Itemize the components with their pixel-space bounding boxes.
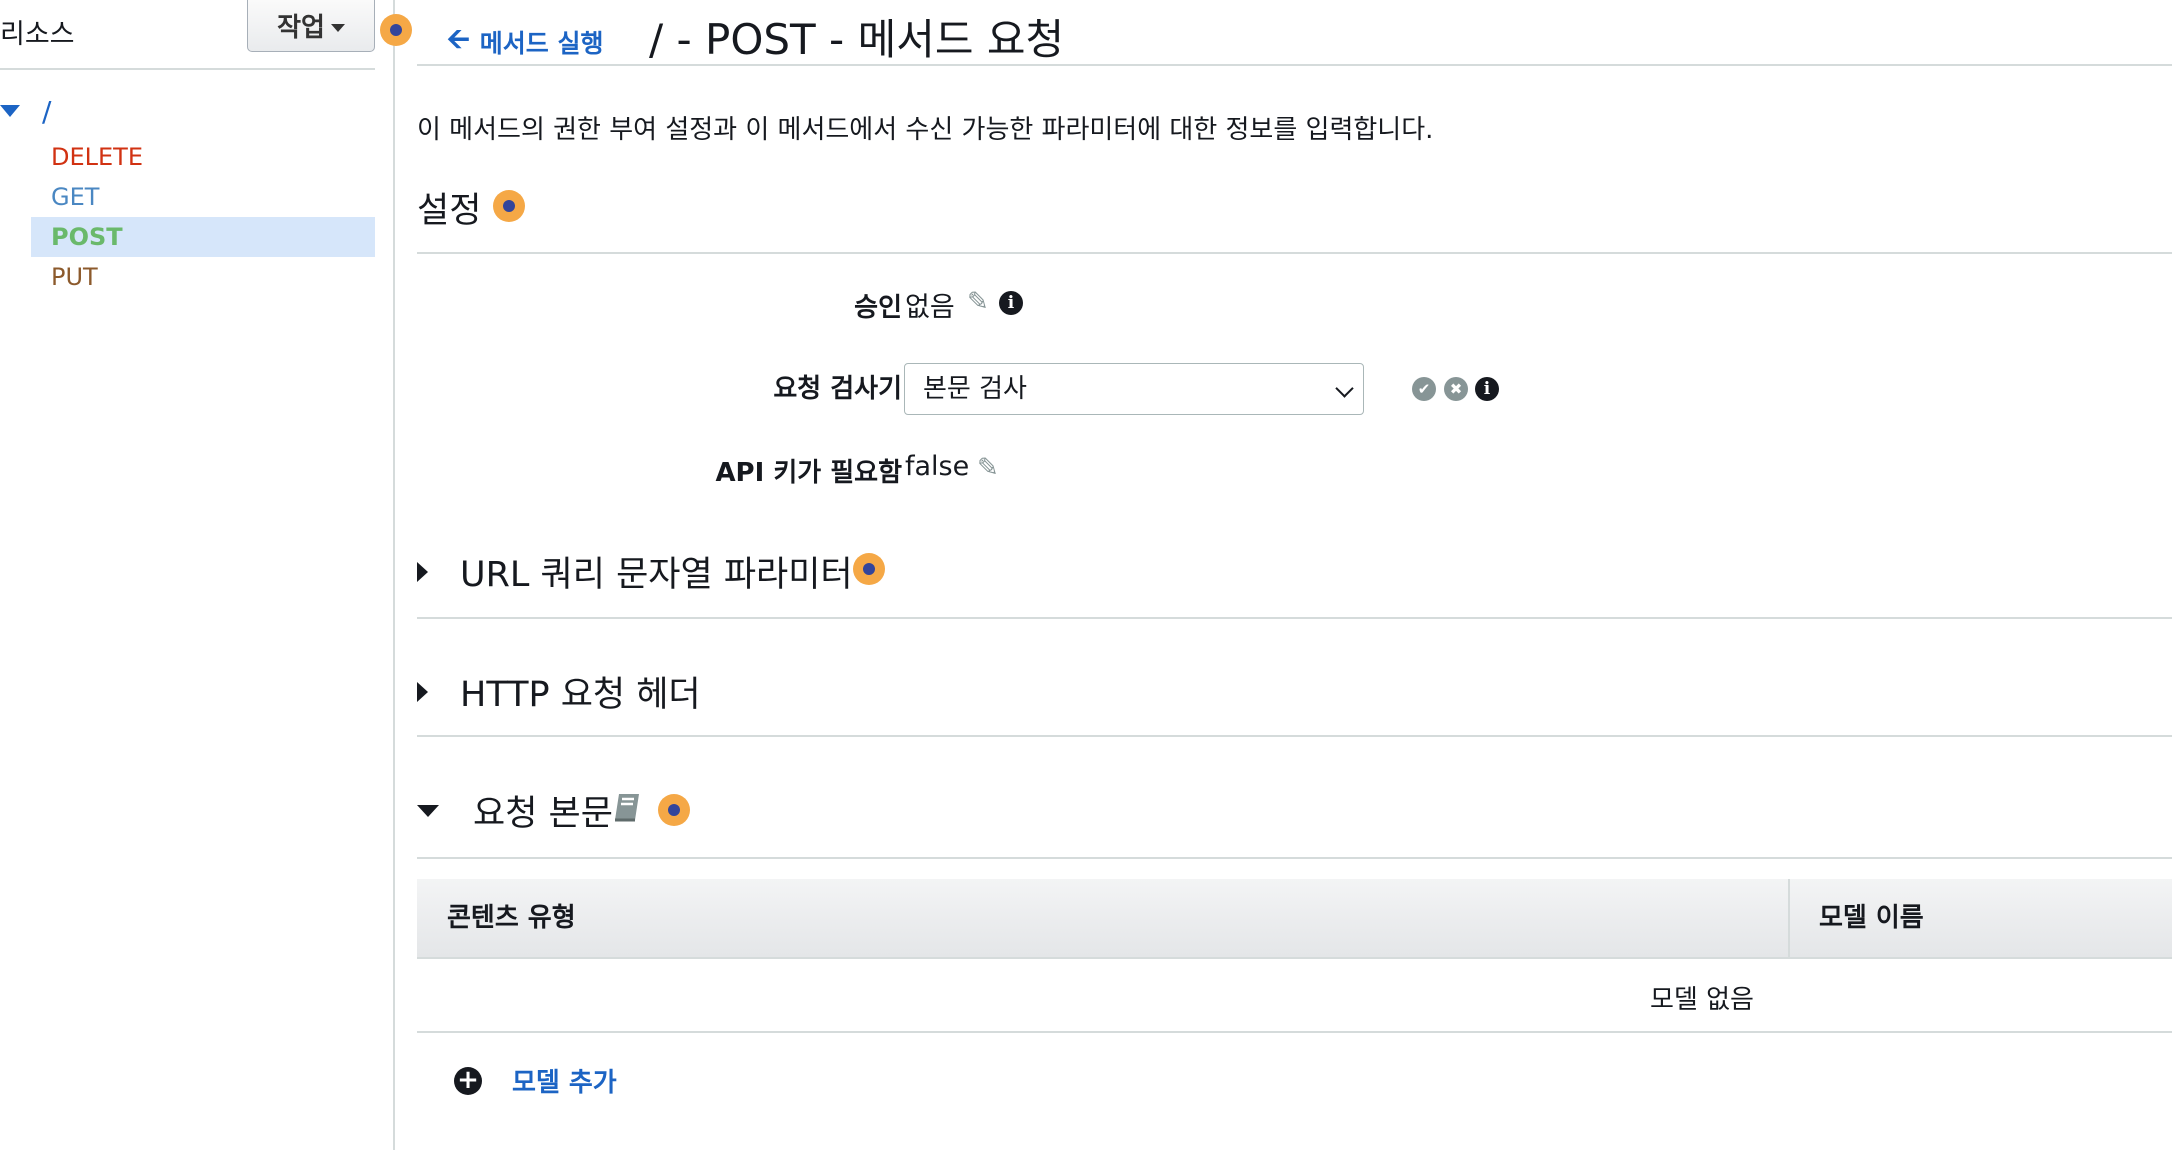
column-separator <box>1788 879 1790 957</box>
table-row: 모델 없음 <box>417 959 2172 1033</box>
arrow-left-icon: 🡨 <box>447 22 470 55</box>
authorization-label: 승인 <box>854 293 902 323</box>
expand-triangle-icon <box>417 681 428 702</box>
request-validator-label: 요청 검사기 <box>773 374 902 404</box>
expand-triangle-icon <box>417 561 428 582</box>
back-to-method-execution-link[interactable]: 🡨 메서드 실행 <box>447 18 603 66</box>
edit-pencil-icon[interactable]: ✎ <box>977 453 999 483</box>
api-key-required-label: API 키가 필요함 <box>715 458 902 488</box>
request-body-toggle[interactable]: 요청 본문 <box>417 785 613 836</box>
request-validator-value: 본문 검사 <box>923 374 1027 404</box>
method-request-panel: 🡨 메서드 실행 / - POST - 메서드 요청 이 메서드의 권한 부여 … <box>417 0 2172 1150</box>
method-item-delete[interactable]: DELETE <box>31 137 375 177</box>
caret-down-icon <box>330 23 345 32</box>
divider <box>417 617 2172 619</box>
resource-tree-root[interactable]: / <box>0 94 52 128</box>
plus-circle-icon: + <box>454 1066 482 1095</box>
actions-button-label: 작업 <box>277 13 325 43</box>
model-name-column-header[interactable]: 모델 이름 <box>1819 879 1924 957</box>
divider <box>417 857 2172 859</box>
method-item-post[interactable]: POST <box>31 217 375 257</box>
content-type-column-header[interactable]: 콘텐츠 유형 <box>447 879 576 957</box>
method-item-put[interactable]: PUT <box>31 257 375 297</box>
actions-button[interactable]: 작업 <box>247 0 375 52</box>
confirm-check-icon[interactable]: ✔ <box>1412 377 1436 401</box>
sidebar-header: 리소스 작업 <box>0 0 375 70</box>
info-icon[interactable]: i <box>999 291 1023 315</box>
info-hint-icon[interactable] <box>853 553 885 585</box>
models-table-header: 콘텐츠 유형 모델 이름 <box>417 879 2172 959</box>
request-validator-select[interactable]: 본문 검사 <box>904 363 1364 415</box>
back-link-label: 메서드 실행 <box>479 29 604 58</box>
page-title: / - POST - 메서드 요청 <box>649 15 1065 64</box>
add-model-label: 모델 추가 <box>512 1068 617 1098</box>
request-body-title: 요청 본문 <box>473 794 613 834</box>
book-icon[interactable] <box>613 792 641 824</box>
expand-triangle-icon[interactable] <box>0 105 20 117</box>
info-hint-icon[interactable] <box>658 794 690 826</box>
empty-table-text: 모델 없음 <box>1650 985 1754 1015</box>
info-hint-icon[interactable] <box>493 190 525 222</box>
divider <box>417 64 2172 66</box>
query-params-toggle[interactable]: URL 쿼리 문자열 파라미터 <box>417 546 853 597</box>
chevron-down-icon <box>1335 379 1354 398</box>
method-item-get[interactable]: GET <box>31 177 375 217</box>
query-params-title: URL 쿼리 문자열 파라미터 <box>460 555 853 595</box>
add-model-button[interactable]: + 모델 추가 <box>454 1062 617 1099</box>
collapse-triangle-icon <box>417 804 439 817</box>
settings-section-title: 설정 <box>417 191 482 231</box>
info-hint-icon[interactable] <box>380 14 412 46</box>
sidebar-title: 리소스 <box>0 19 75 50</box>
page-description: 이 메서드의 권한 부여 설정과 이 메서드에서 수신 가능한 파라미터에 대한… <box>417 115 1434 145</box>
http-headers-toggle[interactable]: HTTP 요청 헤더 <box>417 666 701 717</box>
divider <box>417 252 2172 254</box>
cancel-x-icon[interactable]: ✖ <box>1444 377 1468 401</box>
resources-sidebar: 리소스 작업 / DELETE GET POST PUT <box>0 0 395 1150</box>
info-icon[interactable]: i <box>1475 377 1499 401</box>
authorization-value: 없음 <box>905 292 955 323</box>
http-headers-title: HTTP 요청 헤더 <box>460 675 701 715</box>
divider <box>417 735 2172 737</box>
edit-pencil-icon[interactable]: ✎ <box>967 287 989 317</box>
root-resource-label: / <box>42 94 52 128</box>
api-key-required-value: false <box>905 451 970 482</box>
